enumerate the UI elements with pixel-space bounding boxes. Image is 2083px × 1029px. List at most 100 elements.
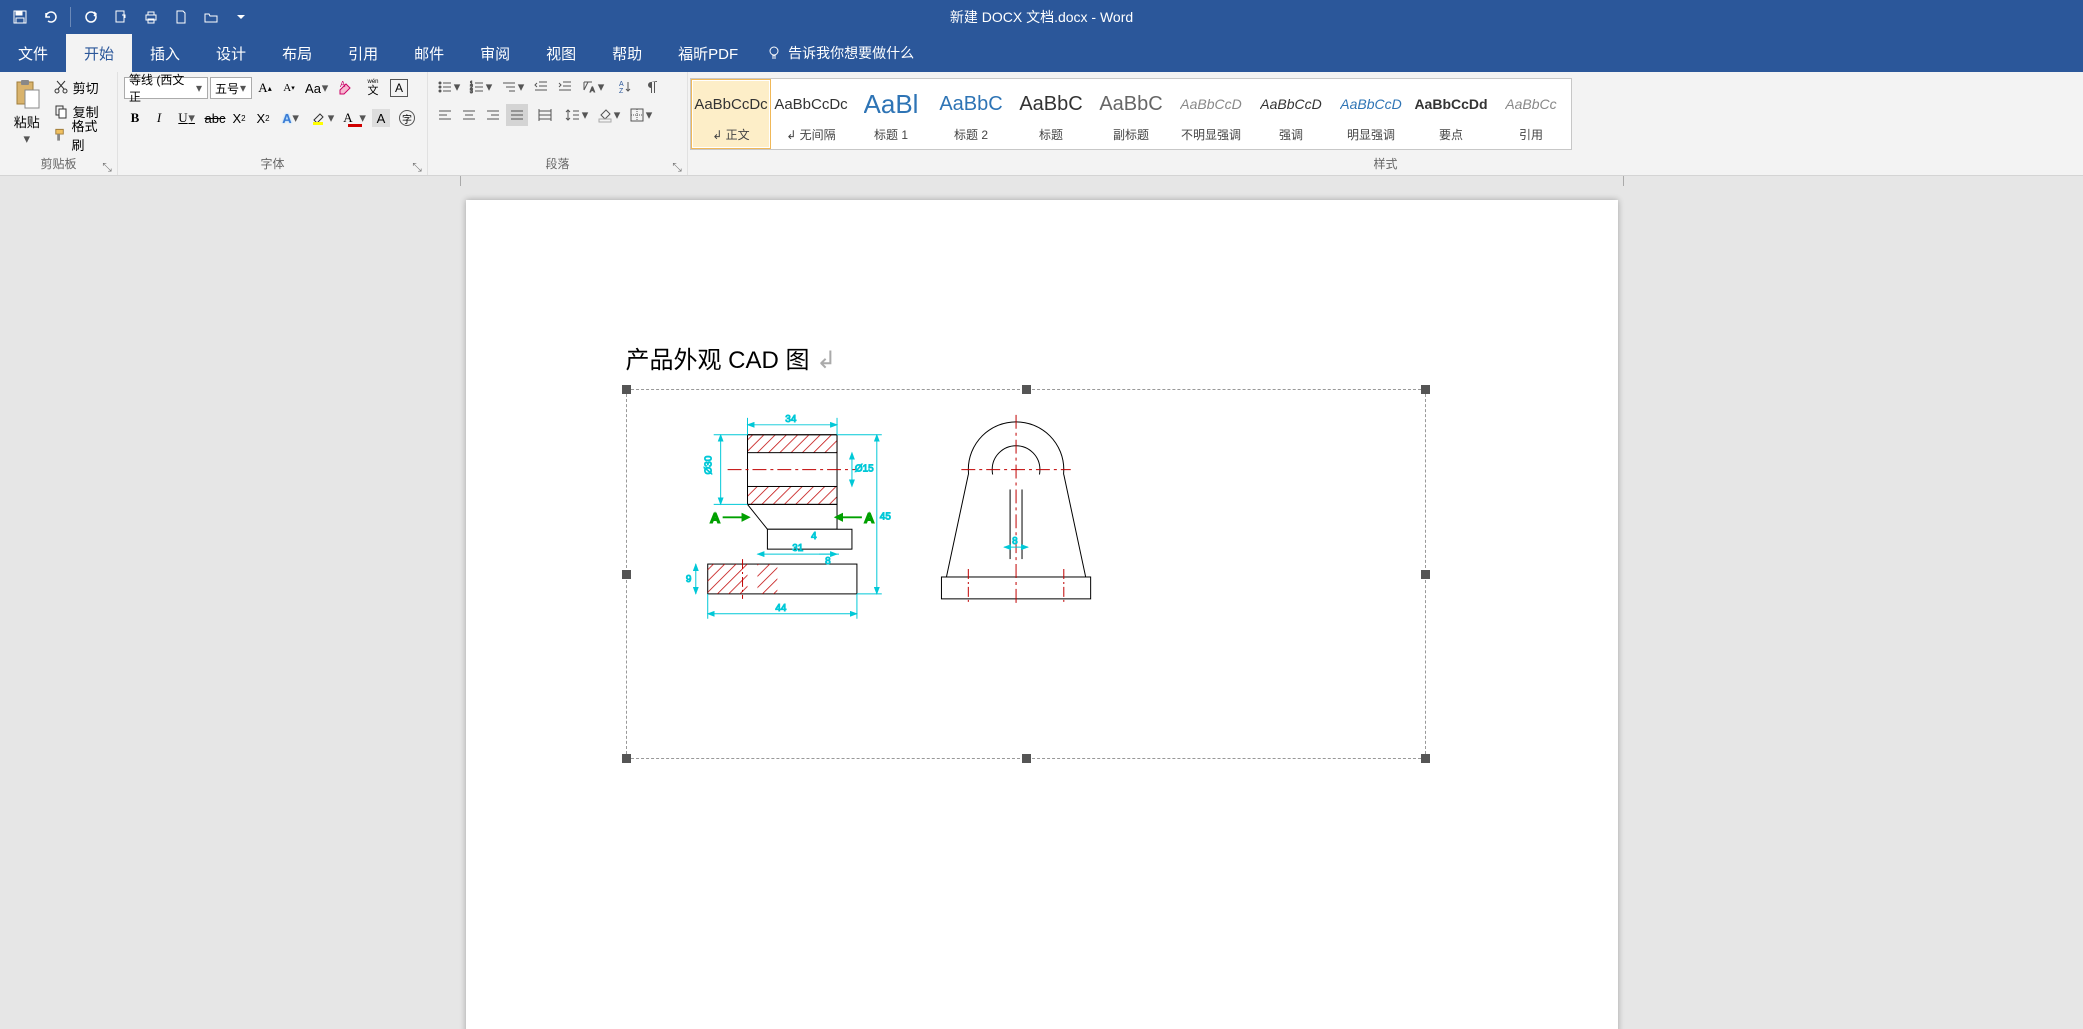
style-preview: AaBbCcD bbox=[1180, 84, 1241, 124]
cut-button[interactable]: 剪切 bbox=[50, 76, 111, 98]
painter-label: 格式刷 bbox=[72, 116, 108, 154]
distribute-button[interactable] bbox=[530, 104, 560, 126]
tab-layout[interactable]: 布局 bbox=[264, 34, 330, 72]
paragraph-launcher-icon[interactable]: ⤡ bbox=[671, 161, 683, 173]
paste-button[interactable]: 粘贴 ▾ bbox=[6, 76, 48, 148]
resize-handle[interactable] bbox=[1022, 754, 1031, 763]
bold-button[interactable]: B bbox=[124, 107, 146, 129]
group-clipboard: 粘贴 ▾ 剪切 复制 格式刷 剪贴板⤡ bbox=[0, 72, 118, 175]
clipboard-launcher-icon[interactable]: ⤡ bbox=[101, 161, 113, 173]
tell-me-search[interactable]: 告诉我你想要做什么 bbox=[756, 34, 914, 72]
resize-handle[interactable] bbox=[1421, 754, 1430, 763]
open-button[interactable] bbox=[197, 3, 225, 31]
style-item-3[interactable]: AaBbC标题 2 bbox=[931, 79, 1011, 149]
clear-formatting-button[interactable]: A bbox=[334, 77, 356, 99]
selected-image[interactable]: A A 34 Ø30 Ø15 bbox=[626, 389, 1426, 759]
separator bbox=[70, 7, 71, 27]
character-border-button[interactable]: A bbox=[390, 79, 408, 97]
outdent-icon bbox=[533, 79, 549, 95]
increase-indent-button[interactable] bbox=[554, 76, 576, 98]
asian-layout-button[interactable]: A▾ bbox=[578, 76, 608, 98]
style-preview: AaBbCcDd bbox=[1414, 84, 1487, 124]
document-area[interactable]: 产品外观 CAD 图 ↲ bbox=[0, 176, 2083, 1029]
font-name-select[interactable]: 等线 (西文正▾ bbox=[124, 77, 208, 99]
new-button[interactable] bbox=[107, 3, 135, 31]
paint-bucket-icon bbox=[597, 107, 613, 123]
style-item-9[interactable]: AaBbCcDd要点 bbox=[1411, 79, 1491, 149]
subscript-button[interactable]: X2 bbox=[228, 107, 250, 129]
justify-button[interactable] bbox=[506, 104, 528, 126]
tab-view[interactable]: 视图 bbox=[528, 34, 594, 72]
style-item-4[interactable]: AaBbC标题 bbox=[1011, 79, 1091, 149]
save-button[interactable] bbox=[6, 3, 34, 31]
cut-label: 剪切 bbox=[73, 78, 99, 97]
shrink-font-button[interactable]: A▾ bbox=[278, 77, 300, 99]
style-item-5[interactable]: AaBbC副标题 bbox=[1091, 79, 1171, 149]
borders-button[interactable]: ▾ bbox=[626, 104, 656, 126]
show-marks-button[interactable] bbox=[642, 76, 664, 98]
font-size-select[interactable]: 五号▾ bbox=[210, 77, 252, 99]
style-item-2[interactable]: AaBl标题 1 bbox=[851, 79, 931, 149]
line-spacing-button[interactable]: ▾ bbox=[562, 104, 592, 126]
group-label-styles: 样式 bbox=[688, 155, 2083, 175]
character-shading-button[interactable]: A bbox=[372, 109, 390, 127]
style-item-1[interactable]: AaBbCcDc↲ 无间隔 bbox=[771, 79, 851, 149]
svg-text:34: 34 bbox=[785, 414, 797, 425]
tab-mailings[interactable]: 邮件 bbox=[396, 34, 462, 72]
text-effects-button[interactable]: A▾ bbox=[276, 107, 306, 129]
shading-button[interactable]: ▾ bbox=[594, 104, 624, 126]
style-gallery[interactable]: AaBbCcDc↲ 正文AaBbCcDc↲ 无间隔AaBl标题 1AaBbC标题… bbox=[690, 78, 1572, 150]
redo-button[interactable] bbox=[77, 3, 105, 31]
align-right-button[interactable] bbox=[482, 104, 504, 126]
superscript-button[interactable]: X2 bbox=[252, 107, 274, 129]
undo-button[interactable] bbox=[36, 3, 64, 31]
numbering-button[interactable]: 123▾ bbox=[466, 76, 496, 98]
style-item-8[interactable]: AaBbCcD明显强调 bbox=[1331, 79, 1411, 149]
svg-text:45: 45 bbox=[879, 511, 891, 522]
style-item-0[interactable]: AaBbCcDc↲ 正文 bbox=[691, 79, 771, 149]
resize-handle[interactable] bbox=[1421, 385, 1430, 394]
qat-customize-icon[interactable] bbox=[227, 3, 255, 31]
resize-handle[interactable] bbox=[1421, 570, 1430, 579]
tab-foxit-pdf[interactable]: 福昕PDF bbox=[660, 34, 756, 72]
style-item-6[interactable]: AaBbCcD不明显强调 bbox=[1171, 79, 1251, 149]
indent-icon bbox=[557, 79, 573, 95]
tab-references[interactable]: 引用 bbox=[330, 34, 396, 72]
style-preview: AaBbC bbox=[1099, 84, 1162, 124]
resize-handle[interactable] bbox=[622, 754, 631, 763]
bullets-button[interactable]: ▾ bbox=[434, 76, 464, 98]
underline-button[interactable]: U▾ bbox=[172, 107, 202, 129]
tab-review[interactable]: 审阅 bbox=[462, 34, 528, 72]
style-item-7[interactable]: AaBbCcD强调 bbox=[1251, 79, 1331, 149]
resize-handle[interactable] bbox=[1022, 385, 1031, 394]
tab-help[interactable]: 帮助 bbox=[594, 34, 660, 72]
align-left-button[interactable] bbox=[434, 104, 456, 126]
tab-home[interactable]: 开始 bbox=[66, 34, 132, 72]
decrease-indent-button[interactable] bbox=[530, 76, 552, 98]
blank-doc-button[interactable] bbox=[167, 3, 195, 31]
style-name: 副标题 bbox=[1113, 124, 1149, 144]
grow-font-button[interactable]: A▴ bbox=[254, 77, 276, 99]
phonetic-guide-button[interactable]: 文wén bbox=[358, 77, 388, 99]
svg-text:8: 8 bbox=[1012, 536, 1018, 547]
align-center-button[interactable] bbox=[458, 104, 480, 126]
style-item-10[interactable]: AaBbCc引用 bbox=[1491, 79, 1571, 149]
svg-text:Ø30: Ø30 bbox=[703, 455, 714, 474]
resize-handle[interactable] bbox=[622, 570, 631, 579]
enclose-characters-button[interactable]: 字 bbox=[392, 107, 422, 129]
tab-file[interactable]: 文件 bbox=[0, 34, 66, 72]
tab-design[interactable]: 设计 bbox=[198, 34, 264, 72]
sort-button[interactable]: AZ bbox=[610, 76, 640, 98]
multilevel-list-button[interactable]: ▾ bbox=[498, 76, 528, 98]
strikethrough-button[interactable]: abc bbox=[204, 107, 226, 129]
resize-handle[interactable] bbox=[622, 385, 631, 394]
font-launcher-icon[interactable]: ⤡ bbox=[411, 161, 423, 173]
format-painter-button[interactable]: 格式刷 bbox=[50, 124, 111, 146]
change-case-button[interactable]: Aa▾ bbox=[302, 77, 332, 99]
style-name: ↲ 正文 bbox=[712, 124, 749, 144]
italic-button[interactable]: I bbox=[148, 107, 170, 129]
print-button[interactable] bbox=[137, 3, 165, 31]
tab-insert[interactable]: 插入 bbox=[132, 34, 198, 72]
highlight-button[interactable]: ▾ bbox=[308, 107, 338, 129]
font-color-button[interactable]: A▾ bbox=[340, 107, 370, 129]
